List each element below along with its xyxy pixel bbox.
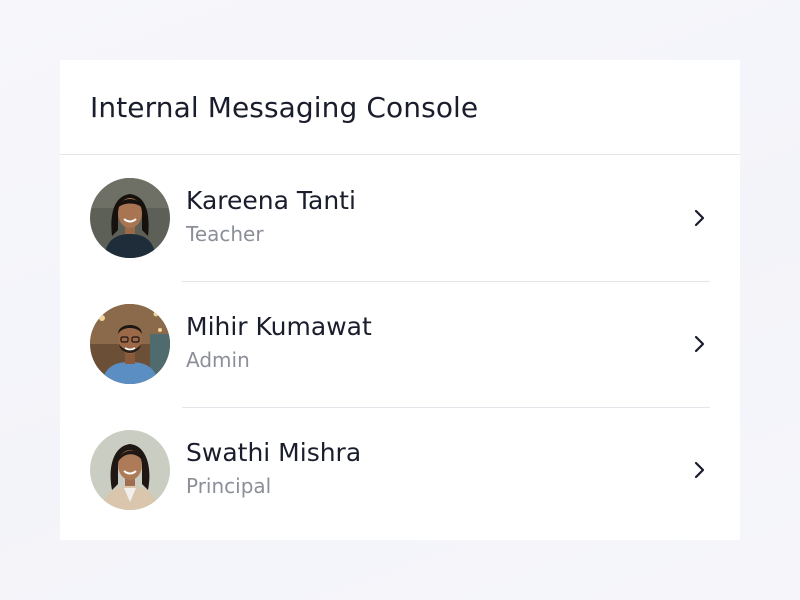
card-header: Internal Messaging Console (60, 60, 740, 155)
avatar (90, 430, 170, 510)
chevron-right-icon[interactable] (692, 334, 706, 354)
contact-role: Principal (186, 474, 272, 498)
avatar (90, 178, 170, 258)
contact-row-kareena-tanti[interactable]: Kareena Tanti Teacher (60, 155, 740, 281)
contact-name: Mihir Kumawat (186, 312, 372, 341)
contact-text: Mihir Kumawat Admin (186, 311, 372, 375)
contact-name: Kareena Tanti (186, 186, 356, 215)
contact-list: Kareena Tanti Teacher Mihir Kumawat Admi… (60, 155, 740, 533)
avatar-photo-woman (90, 430, 170, 510)
contact-text: Swathi Mishra Principal (186, 437, 361, 501)
contact-text: Kareena Tanti Teacher (186, 185, 356, 249)
avatar-photo-man (90, 304, 170, 384)
chevron-right-icon[interactable] (692, 460, 706, 480)
contact-row-mihir-kumawat[interactable]: Mihir Kumawat Admin (60, 281, 740, 407)
contact-role: Teacher (186, 222, 264, 246)
page-title: Internal Messaging Console (90, 90, 479, 124)
chevron-right-icon[interactable] (692, 208, 706, 228)
contact-role: Admin (186, 348, 250, 372)
avatar (90, 304, 170, 384)
contact-row-swathi-mishra[interactable]: Swathi Mishra Principal (60, 407, 740, 533)
messaging-console-card: Internal Messaging Console Kareena Tanti… (60, 60, 740, 540)
contact-name: Swathi Mishra (186, 438, 362, 467)
avatar-photo-woman (90, 178, 170, 258)
